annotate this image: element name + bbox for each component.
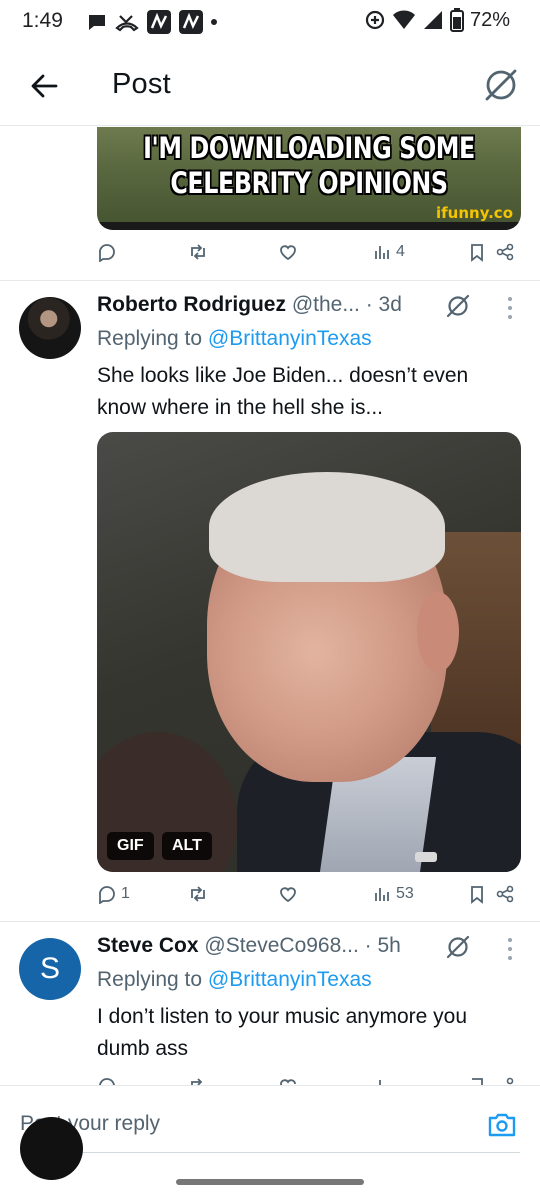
more-options-icon[interactable] <box>503 294 517 322</box>
author-handle[interactable]: @the... <box>292 293 360 316</box>
replying-to: Replying to @BrittanyinTexas <box>97 968 372 992</box>
share-button[interactable] <box>495 884 515 904</box>
bookmark-button[interactable] <box>467 884 487 904</box>
views-icon <box>375 888 389 901</box>
views-count: 53 <box>396 885 414 902</box>
reply-input[interactable]: Post your reply <box>20 1112 440 1136</box>
reply-count: 1 <box>121 885 130 902</box>
signal-icon <box>423 11 442 29</box>
grok-icon[interactable] <box>445 293 471 319</box>
repost-icon <box>191 244 205 260</box>
share-icon <box>496 885 514 903</box>
reply-text: She looks like Joe Biden... doesn’t even… <box>97 364 469 419</box>
battery-icon <box>449 8 464 32</box>
post-time: · 3d <box>365 293 402 316</box>
app-n-icon <box>179 10 203 34</box>
share-icon <box>496 243 514 261</box>
author-handle[interactable]: @SteveCo968... <box>204 934 358 957</box>
views-count: 4 <box>396 243 405 260</box>
replying-to-mention[interactable]: @BrittanyinTexas <box>208 327 372 350</box>
image-caption: I'M DOWNLOADING SOME CELEBRITY OPINIONS <box>135 131 483 201</box>
chat-bubble-icon <box>89 15 105 30</box>
image-caption-line1: I'M DOWNLOADING SOME <box>143 131 475 165</box>
alt-badge[interactable]: ALT <box>162 832 212 860</box>
heart-icon <box>280 887 296 903</box>
replying-to-mention[interactable]: @BrittanyinTexas <box>208 968 372 991</box>
status-time: 1:49 <box>22 9 63 32</box>
like-button[interactable] <box>278 242 298 262</box>
reply-text: I don’t listen to your music anymore you… <box>97 1005 468 1060</box>
gif-ear <box>417 592 459 672</box>
views-button[interactable]: 4 <box>372 242 405 262</box>
post-divider <box>0 280 540 281</box>
grok-icon[interactable] <box>482 66 520 104</box>
post-divider <box>0 921 540 922</box>
views-icon <box>375 246 389 259</box>
top-app-bar: Post <box>0 46 540 126</box>
data-saver-icon <box>365 10 385 30</box>
author-name[interactable]: Steve Cox <box>97 934 199 957</box>
back-arrow-icon[interactable] <box>26 68 62 104</box>
image-watermark: ifunny.co <box>436 204 513 222</box>
reply-gif-media[interactable]: GIF ALT <box>97 432 521 872</box>
page-title: Post <box>112 68 171 100</box>
bookmark-icon <box>471 244 483 262</box>
wifi-icon <box>392 10 415 29</box>
battery-percent: 72% <box>469 8 510 31</box>
author-name[interactable]: Roberto Rodriguez <box>97 293 286 316</box>
repost-button[interactable] <box>188 884 208 904</box>
bookmark-button[interactable] <box>467 242 487 262</box>
repost-button[interactable] <box>188 242 208 262</box>
reply-icon <box>99 886 115 904</box>
views-button[interactable]: 53 <box>372 884 414 904</box>
replying-to: Replying to @BrittanyinTexas <box>97 327 372 351</box>
image-caption-line2: CELEBRITY OPINIONS <box>170 166 448 200</box>
gif-lapel-pin <box>415 852 437 862</box>
replying-to-label: Replying to <box>97 327 203 350</box>
app-n-icon <box>147 10 171 34</box>
reply-icon <box>99 244 115 262</box>
reply-actions: 1 53 <box>97 884 520 914</box>
grok-icon[interactable] <box>445 934 471 960</box>
replying-to-label: Replying to <box>97 968 203 991</box>
reply-input-underline <box>20 1152 520 1153</box>
previous-post-actions: 4 <box>97 242 520 272</box>
like-button[interactable] <box>278 884 298 904</box>
reply-header: Roberto Rodriguez @the... · 3d <box>97 293 402 317</box>
reply-button[interactable] <box>97 242 117 262</box>
status-bar: 1:49 72% <box>0 0 540 44</box>
gesture-nav-bar[interactable] <box>176 1179 364 1185</box>
more-options-icon[interactable] <box>503 935 517 963</box>
notification-icons <box>86 9 218 35</box>
avatar[interactable]: S <box>19 938 81 1000</box>
system-status-icons: 72% <box>364 8 510 32</box>
dot-icon <box>211 19 217 25</box>
missed-call-icon <box>115 15 139 32</box>
bookmark-icon <box>471 886 483 904</box>
reply-button[interactable]: 1 <box>97 884 130 904</box>
floating-overlay-button[interactable] <box>20 1117 83 1180</box>
share-button[interactable] <box>495 242 515 262</box>
post-time: · 5h <box>364 934 401 957</box>
camera-icon[interactable] <box>486 1109 518 1141</box>
avatar[interactable] <box>19 297 81 359</box>
reply-header: Steve Cox @SteveCo968... · 5h <box>97 934 401 958</box>
gif-hair <box>209 472 445 582</box>
gif-badge: GIF <box>107 832 154 860</box>
repost-icon <box>191 886 205 902</box>
heart-icon <box>280 245 296 261</box>
previous-post-image[interactable]: I'M DOWNLOADING SOME CELEBRITY OPINIONS … <box>97 127 521 230</box>
